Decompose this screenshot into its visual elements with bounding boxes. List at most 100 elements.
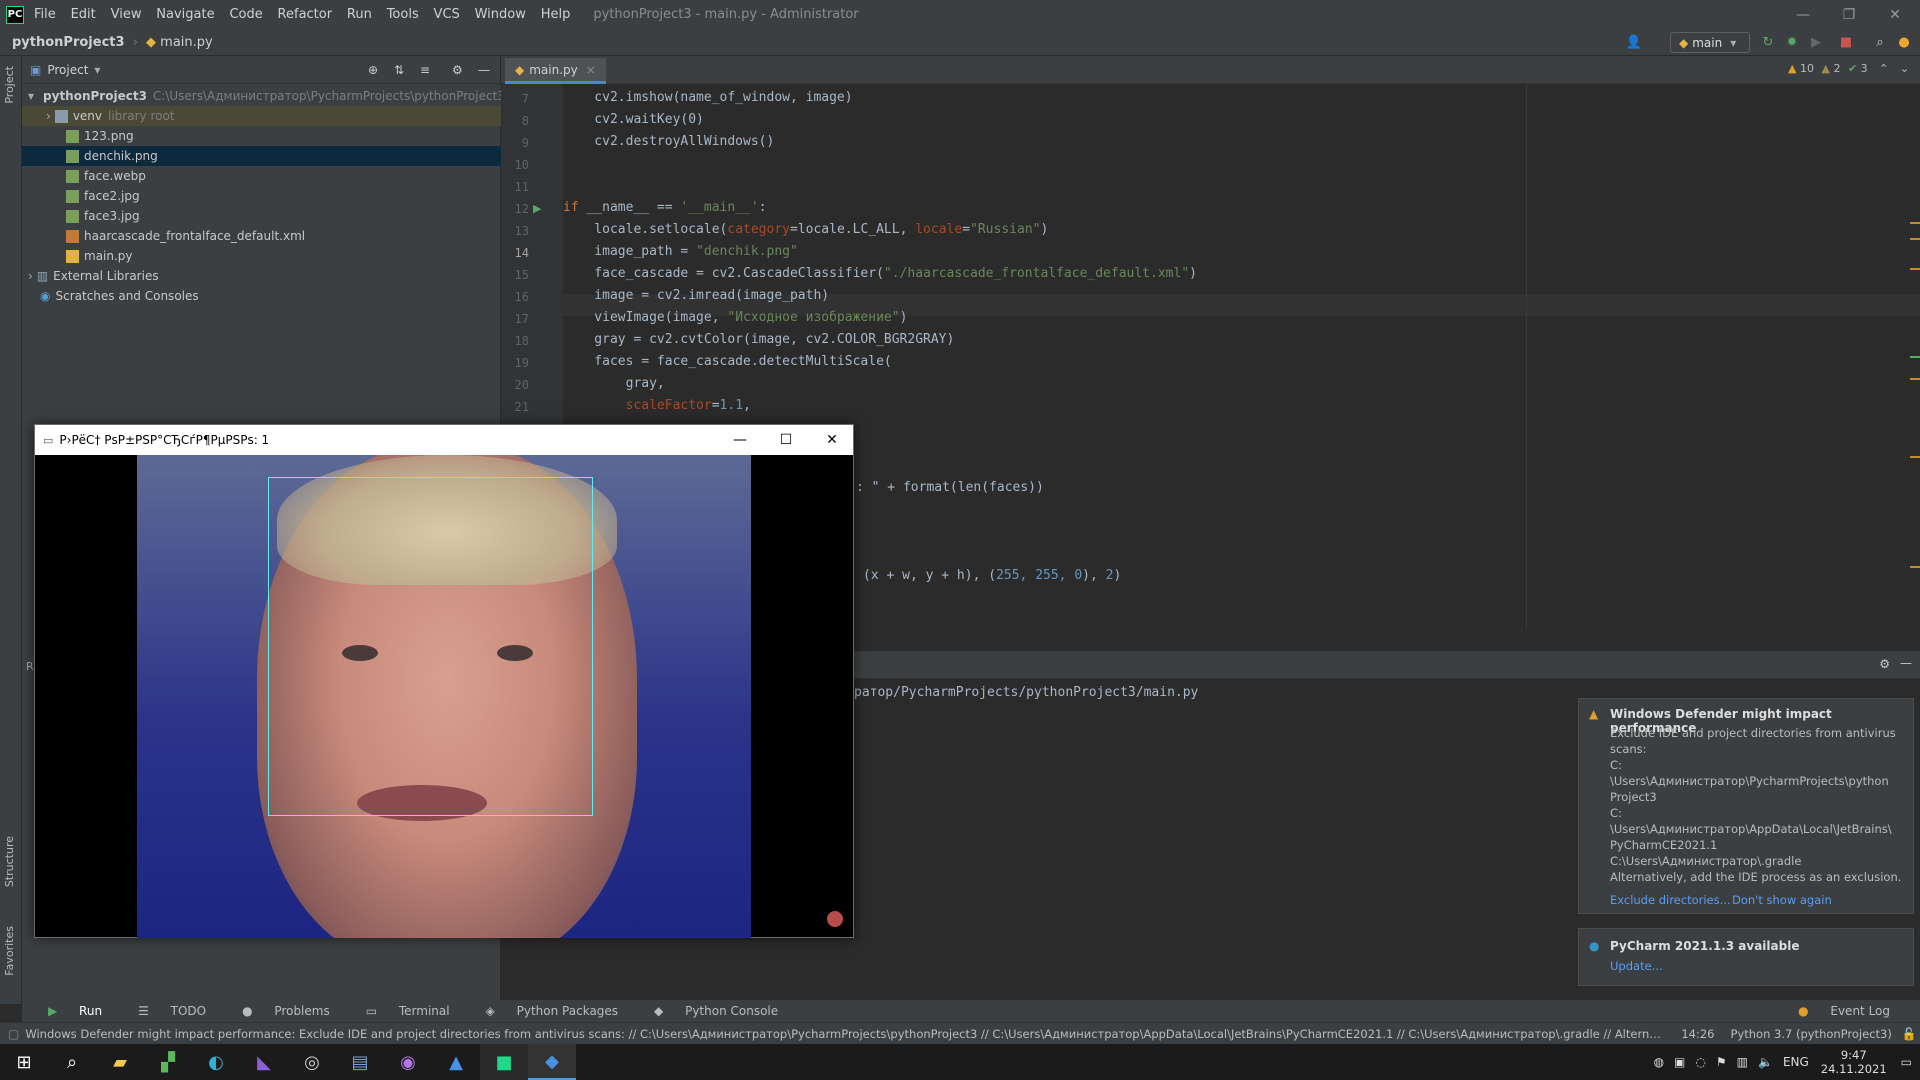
- tree-file[interactable]: haarcascade_frontalface_default.xml: [22, 226, 501, 246]
- collapse-all-icon[interactable]: ≡: [420, 63, 430, 77]
- restore-button[interactable]: ❐: [1826, 0, 1872, 29]
- status-message[interactable]: Windows Defender might impact performanc…: [25, 1027, 1665, 1041]
- language-indicator[interactable]: ENG: [1783, 1055, 1809, 1069]
- app-icon[interactable]: ▞: [144, 1044, 192, 1080]
- hide-icon[interactable]: —: [478, 63, 490, 77]
- tree-file-selected[interactable]: denchik.png: [22, 146, 501, 166]
- menu-refactor[interactable]: Refactor: [278, 7, 333, 22]
- rerun-icon[interactable]: ↻: [1760, 34, 1776, 50]
- dont-show-again-link[interactable]: Don't show again: [1732, 893, 1832, 907]
- update-icon[interactable]: ●: [1896, 34, 1912, 50]
- notifications-icon[interactable]: ▭: [1901, 1055, 1912, 1069]
- breadcrumb-project[interactable]: pythonProject3: [12, 35, 125, 50]
- code-line[interactable]: cv2.imshow(name_of_window, image): [563, 90, 852, 105]
- project-tool-tab[interactable]: Project: [3, 66, 16, 104]
- error-stripe[interactable]: [1910, 156, 1920, 576]
- close-button[interactable]: ✕: [1872, 0, 1918, 29]
- tree-file[interactable]: 123.png: [22, 126, 501, 146]
- debug-icon[interactable]: ✹: [1784, 34, 1800, 50]
- run-config-select[interactable]: ◆ main ▾: [1670, 32, 1750, 53]
- windows-start-icon[interactable]: ⊞: [0, 1044, 48, 1080]
- code-line[interactable]: cv2.waitKey(0): [563, 112, 704, 127]
- tree-venv[interactable]: › venv library root: [22, 106, 501, 126]
- code-line[interactable]: face_cascade = cv2.CascadeClassifier("./…: [563, 266, 1197, 281]
- tab-run[interactable]: ▶ Run: [30, 1004, 102, 1018]
- code-line[interactable]: image = cv2.imread(image_path): [563, 288, 829, 303]
- menu-run[interactable]: Run: [347, 7, 372, 22]
- tree-file[interactable]: main.py: [22, 246, 501, 266]
- menu-window[interactable]: Window: [475, 7, 526, 22]
- maximize-button[interactable]: ☐: [763, 425, 809, 455]
- code-line[interactable]: if __name__ == '__main__':: [563, 200, 767, 215]
- obs-icon[interactable]: ◎: [288, 1044, 336, 1080]
- close-tab-icon[interactable]: ×: [586, 63, 596, 77]
- code-line[interactable]: gray,: [563, 376, 665, 391]
- app-icon[interactable]: ▤: [336, 1044, 384, 1080]
- opencv-image-window[interactable]: ▭ Р›РёС† РѕР±РЅР°СЂСѓР¶РµРЅРѕ: 1 — ☐ ✕: [34, 424, 854, 938]
- stop-icon[interactable]: ■: [1838, 34, 1854, 50]
- gear-icon[interactable]: ⚙: [1879, 657, 1890, 671]
- network-icon[interactable]: ▥: [1737, 1055, 1748, 1069]
- tree-root[interactable]: ▾ pythonProject3 C:\Users\Администратор\…: [22, 86, 505, 106]
- python-window-taskbar-icon[interactable]: ◆: [528, 1044, 576, 1080]
- exclude-directories-link[interactable]: Exclude directories...: [1610, 893, 1731, 907]
- chevron-up-icon[interactable]: ⌃: [1879, 62, 1888, 75]
- code-line[interactable]: gray = cv2.cvtColor(image, cv2.COLOR_BGR…: [563, 332, 954, 347]
- code-line[interactable]: locale.setlocale(category=locale.LC_ALL,…: [563, 222, 1048, 237]
- menu-file[interactable]: File: [34, 7, 56, 22]
- menu-vcs[interactable]: VCS: [434, 7, 460, 22]
- favorites-tool-tab[interactable]: Favorites: [3, 926, 16, 976]
- close-button[interactable]: ✕: [809, 425, 855, 455]
- file-explorer-icon[interactable]: ▰: [96, 1044, 144, 1080]
- github-icon[interactable]: ◉: [384, 1044, 432, 1080]
- code-line[interactable]: scaleFactor=1.1,: [563, 398, 751, 413]
- photos-icon[interactable]: ▲: [432, 1044, 480, 1080]
- code-line[interactable]: cv2.destroyAllWindows(): [563, 134, 774, 149]
- code-line[interactable]: faces = face_cascade.detectMultiScale(: [563, 354, 891, 369]
- hide-icon[interactable]: —: [1900, 656, 1912, 670]
- chevron-down-icon[interactable]: ▾: [94, 63, 100, 77]
- gear-icon[interactable]: ⚙: [452, 63, 463, 77]
- inspection-widget[interactable]: ▲ 10 ▲ 2 ✔ 3 ⌃ ⌄: [1788, 62, 1909, 75]
- clock[interactable]: 9:47 24.11.2021: [1821, 1048, 1887, 1076]
- edge-icon[interactable]: ◐: [192, 1044, 240, 1080]
- volume-icon[interactable]: 🔈: [1758, 1055, 1773, 1069]
- locate-icon[interactable]: ⊕: [368, 63, 378, 77]
- menu-view[interactable]: View: [111, 7, 142, 22]
- menu-help[interactable]: Help: [541, 7, 571, 22]
- tray-icon[interactable]: ◌: [1695, 1055, 1705, 1069]
- tab-python-console[interactable]: ◆ Python Console: [636, 1004, 778, 1018]
- tree-file[interactable]: face3.jpg: [22, 206, 501, 226]
- interpreter[interactable]: Python 3.7 (pythonProject3): [1731, 1027, 1892, 1041]
- tree-file[interactable]: face.webp: [22, 166, 501, 186]
- code-line[interactable]: (x + w, y + h), (255, 255, 0), 2): [863, 568, 1121, 583]
- opencv-window-titlebar[interactable]: ▭ Р›РёС† РѕР±РЅР°СЂСѓР¶РµРЅРѕ: 1 — ☐ ✕: [35, 425, 853, 455]
- tree-external-libraries[interactable]: › ▥ External Libraries: [22, 266, 501, 286]
- project-panel-title[interactable]: Project: [47, 63, 88, 77]
- expand-all-icon[interactable]: ⇅: [394, 63, 404, 77]
- code-line[interactable]: viewImage(image, "Исходное изображение"): [563, 310, 907, 325]
- visual-studio-icon[interactable]: ◣: [240, 1044, 288, 1080]
- tree-scratches[interactable]: ◉ Scratches and Consoles: [22, 286, 501, 306]
- lock-icon[interactable]: 🔓: [1902, 1027, 1917, 1041]
- tray-icon[interactable]: ◍: [1654, 1055, 1664, 1069]
- tray-icon[interactable]: ⚑: [1716, 1055, 1727, 1069]
- menu-tools[interactable]: Tools: [387, 7, 419, 22]
- coverage-icon[interactable]: ▶: [1808, 34, 1824, 50]
- tab-terminal[interactable]: ▭ Terminal: [348, 1004, 450, 1018]
- chevron-down-icon[interactable]: ⌄: [1900, 62, 1909, 75]
- caret-position[interactable]: 14:26: [1681, 1027, 1714, 1041]
- minimize-button[interactable]: —: [1780, 0, 1826, 29]
- minimize-button[interactable]: —: [717, 425, 763, 455]
- update-link[interactable]: Update...: [1610, 959, 1663, 973]
- breadcrumb-file[interactable]: main.py: [160, 35, 213, 50]
- search-icon[interactable]: ⌕: [48, 1044, 96, 1080]
- code-line[interactable]: : " + format(len(faces)): [856, 480, 1044, 495]
- code-line-current[interactable]: image_path = "denchik.png": [563, 244, 798, 259]
- pycharm-taskbar-icon[interactable]: ■: [480, 1044, 528, 1080]
- menu-code[interactable]: Code: [229, 7, 262, 22]
- event-log-tab[interactable]: ● Event Log: [1780, 1004, 1890, 1018]
- tray-icon[interactable]: ▣: [1674, 1055, 1685, 1069]
- run-gutter-icon[interactable]: ▶: [533, 202, 541, 215]
- tab-python-packages[interactable]: ◈ Python Packages: [468, 1004, 618, 1018]
